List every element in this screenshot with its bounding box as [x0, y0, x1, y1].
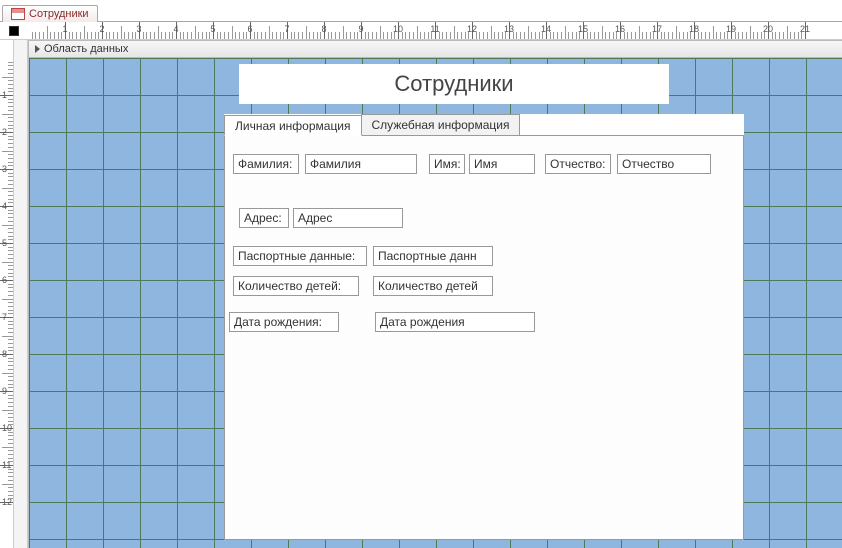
select-all-handle[interactable] [9, 26, 19, 36]
field-birthdate[interactable]: Дата рождения [375, 312, 535, 332]
design-surface[interactable]: Область данных Сотрудники Личная информа… [28, 40, 842, 548]
label-address[interactable]: Адрес: [239, 208, 289, 228]
horizontal-ruler: 123456789101112131415161718192021 [0, 22, 842, 40]
ruler-h-num: 6 [247, 24, 252, 34]
tab-page-personal: Фамилия: Фамилия Имя: Имя Отчество: Отче… [224, 136, 744, 540]
ruler-h-num: 5 [210, 24, 215, 34]
ruler-h-num: 1 [62, 24, 67, 34]
tab-work[interactable]: Служебная информация [361, 114, 521, 135]
ruler-v-num: 2 [2, 127, 7, 137]
label-name[interactable]: Имя: [429, 154, 465, 174]
section-gutter [14, 40, 28, 548]
ruler-h-num: 9 [358, 24, 363, 34]
ruler-origin[interactable] [0, 22, 28, 39]
ruler-v-num: 7 [2, 312, 7, 322]
tab-control[interactable]: Личная информация Служебная информация Ф… [224, 114, 744, 540]
form-tab-label: Сотрудники [29, 8, 89, 20]
ruler-v-num: 8 [2, 349, 7, 359]
tab-personal[interactable]: Личная информация [224, 115, 362, 136]
field-surname[interactable]: Фамилия [305, 154, 417, 174]
ruler-h-num: 2 [99, 24, 104, 34]
form-title-label[interactable]: Сотрудники [239, 64, 669, 104]
label-children[interactable]: Количество детей: [233, 276, 359, 296]
section-bar-detail[interactable]: Область данных [29, 40, 842, 58]
ruler-v-num: 9 [2, 386, 7, 396]
detail-section-grid[interactable]: Сотрудники Личная информация Служебная и… [29, 58, 842, 548]
vertical-ruler: 123456789101112 [0, 40, 14, 548]
tab-strip: Личная информация Служебная информация [224, 114, 744, 136]
field-passport[interactable]: Паспортные данн [373, 246, 493, 266]
ruler-v-num: 4 [2, 201, 7, 211]
ruler-h-num: 7 [284, 24, 289, 34]
ruler-v-num: 5 [2, 238, 7, 248]
field-children[interactable]: Количество детей [373, 276, 493, 296]
label-passport[interactable]: Паспортные данные: [233, 246, 367, 266]
form-icon [11, 8, 25, 20]
section-label: Область данных [44, 43, 128, 55]
label-surname[interactable]: Фамилия: [233, 154, 299, 174]
ruler-v-num: 6 [2, 275, 7, 285]
field-patronymic[interactable]: Отчество [617, 154, 711, 174]
ruler-h-num: 4 [173, 24, 178, 34]
ruler-v-num: 1 [2, 90, 7, 100]
ruler-h-num: 3 [136, 24, 141, 34]
ruler-h-num: 8 [321, 24, 326, 34]
app-tab-bar: Сотрудники [0, 0, 842, 22]
section-expand-icon [35, 45, 40, 53]
label-patronymic[interactable]: Отчество: [545, 154, 611, 174]
label-birthdate[interactable]: Дата рождения: [229, 312, 339, 332]
field-address[interactable]: Адрес [293, 208, 403, 228]
ruler-v-num: 3 [2, 164, 7, 174]
form-tab[interactable]: Сотрудники [2, 5, 98, 22]
field-name[interactable]: Имя [469, 154, 535, 174]
